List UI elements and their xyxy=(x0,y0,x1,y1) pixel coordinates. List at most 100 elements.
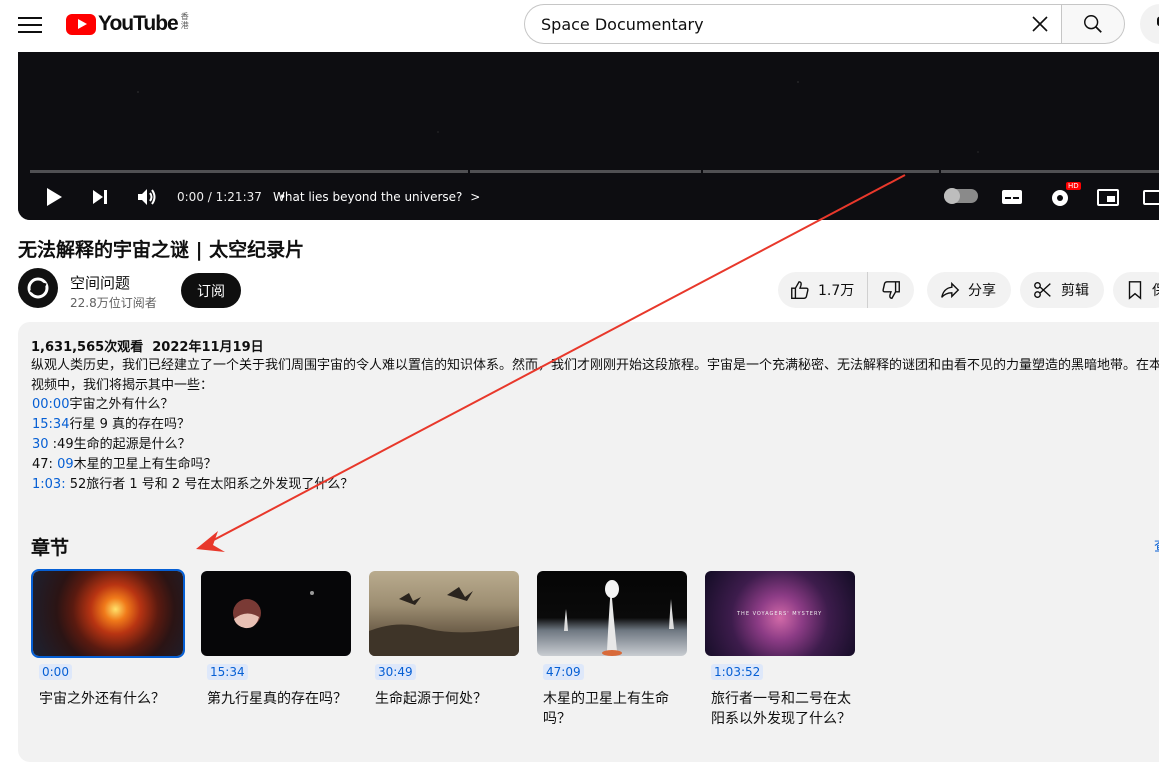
hd-badge: HD xyxy=(1066,182,1081,190)
chapter-segment[interactable] xyxy=(30,170,468,173)
theater-mode-icon[interactable] xyxy=(1142,184,1159,210)
timestamp-link[interactable]: 15:34 xyxy=(32,417,69,432)
masthead: YouTube 香港 xyxy=(0,0,1159,52)
thumbnail-caption: THE VOYAGERS' MYSTERY xyxy=(737,611,823,617)
microphone-icon xyxy=(1157,16,1159,27)
view-count: 1,631,565次观看 xyxy=(31,340,144,355)
play-icon[interactable] xyxy=(44,184,64,210)
chapter-thumbnail[interactable]: THE VOYAGERS' MYSTERY xyxy=(705,571,855,656)
subscriber-count: 22.8万位订阅者 xyxy=(70,296,157,310)
progress-bar[interactable] xyxy=(30,170,1159,173)
like-count: 1.7万 xyxy=(818,283,855,299)
thumbs-down-icon xyxy=(882,281,900,299)
save-button[interactable]: 保 xyxy=(1113,272,1159,308)
chapter-thumbnail[interactable] xyxy=(369,571,519,656)
chapter-card[interactable]: THE VOYAGERS' MYSTERY 1:03:52 旅行者一号和二号在太… xyxy=(705,571,855,729)
share-button[interactable]: 分享 xyxy=(927,272,1011,308)
voice-search-button[interactable] xyxy=(1140,4,1159,44)
view-stats: 1,631,565次观看 2022年11月19日 xyxy=(31,336,264,355)
share-label: 分享 xyxy=(968,283,996,299)
chapter-time: 0:00 xyxy=(39,664,72,680)
prehistoric-landscape-image xyxy=(369,587,519,656)
timestamp-text: 行星 9 真的存在吗？ xyxy=(69,417,191,432)
dislike-button[interactable] xyxy=(868,272,914,308)
timestamp-text: 宇宙之外有什么？ xyxy=(69,397,174,412)
chapter-label: 宇宙之外还有什么？ xyxy=(39,691,165,707)
like-dislike-group: 1.7万 xyxy=(778,272,914,308)
geyser-image xyxy=(564,580,674,656)
clear-search-icon[interactable] xyxy=(1028,12,1052,36)
menu-icon[interactable] xyxy=(18,14,42,38)
timestamp-text: 52旅行者 1 号和 2 号在太阳系之外发现了什么？ xyxy=(65,477,354,492)
chapter-label: 生命起源于何处？ xyxy=(375,691,487,707)
current-chapter-button[interactable]: What lies beyond the universe? > xyxy=(273,190,480,204)
youtube-logo[interactable]: YouTube 香港 xyxy=(66,12,190,36)
timestamp-line: 30 :49生命的起源是什么？ xyxy=(32,435,191,455)
chapter-time: 15:34 xyxy=(207,664,248,680)
subtitles-icon[interactable] xyxy=(1000,184,1024,210)
chapter-segment[interactable] xyxy=(940,170,1159,173)
channel-logo-icon xyxy=(27,277,49,299)
description-box[interactable]: 1,631,565次观看 2022年11月19日 纵观人类历史，我们已经建立了一… xyxy=(18,322,1159,762)
timestamp-text: :49生命的起源是什么？ xyxy=(48,437,191,452)
timestamp-link[interactable]: 00:00 xyxy=(32,397,69,412)
search-button[interactable] xyxy=(1061,4,1125,44)
search-input[interactable] xyxy=(541,5,1011,43)
timestamp-line: 1:03: 52旅行者 1 号和 2 号在太阳系之外发现了什么？ xyxy=(32,475,353,495)
chapter-thumbnail[interactable] xyxy=(31,569,185,658)
save-label: 保 xyxy=(1152,280,1159,300)
planet-image xyxy=(233,591,314,629)
timestamp-text: 木星的卫星上有生命吗？ xyxy=(73,457,217,472)
play-logo-icon xyxy=(66,13,96,35)
search-box xyxy=(524,4,1061,44)
like-button[interactable]: 1.7万 xyxy=(778,272,868,308)
chapter-time: 30:49 xyxy=(375,664,416,680)
upload-date: 2022年11月19日 xyxy=(152,340,264,355)
chapter-card[interactable]: 0:00 宇宙之外还有什么？ xyxy=(31,569,185,709)
video-player[interactable]: 0:00 / 1:21:37 • What lies beyond the un… xyxy=(18,52,1159,220)
chapter-card[interactable]: 30:49 生命起源于何处？ xyxy=(369,571,519,709)
chapter-thumbnail[interactable] xyxy=(537,571,687,656)
subscribe-button[interactable]: 订阅 xyxy=(181,273,241,308)
autoplay-knob xyxy=(944,188,960,204)
timestamp-line: 00:00宇宙之外有什么？ xyxy=(32,395,173,415)
chevron-right-icon: > xyxy=(470,190,481,204)
clip-label: 剪辑 xyxy=(1061,283,1089,299)
chapter-label: 第九行星真的存在吗？ xyxy=(207,691,347,707)
timestamp-line: 47: 09木星的卫星上有生命吗？ xyxy=(32,455,217,475)
next-icon[interactable] xyxy=(90,184,110,210)
chapter-time: 47:09 xyxy=(543,664,584,680)
chapter-label: 木星的卫星上有生命吗？ xyxy=(543,691,669,727)
channel-avatar[interactable] xyxy=(18,268,58,308)
logo-text: YouTube xyxy=(98,12,179,35)
video-title: 无法解释的宇宙之谜 | 太空纪录片 xyxy=(18,239,305,261)
thumbs-up-icon xyxy=(791,281,809,299)
chapter-thumbnail[interactable] xyxy=(201,571,351,656)
chapter-segment[interactable] xyxy=(469,170,702,173)
timestamp-prefix: 47: xyxy=(32,457,58,472)
scissors-icon xyxy=(1034,281,1051,299)
timestamp-line: 15:34行星 9 真的存在吗？ xyxy=(32,415,190,435)
description-text: 纵观人类历史，我们已经建立了一个关于我们周围宇宙的令人难以置信的知识体系。然而，… xyxy=(31,358,1159,393)
clip-button[interactable]: 剪辑 xyxy=(1020,272,1104,308)
logo-region: 香港 xyxy=(180,12,189,30)
chapters-heading: 章节 xyxy=(31,537,70,559)
chapter-segment[interactable] xyxy=(703,170,939,173)
chapter-card[interactable]: 15:34 第九行星真的存在吗？ xyxy=(201,571,351,709)
current-chapter-label: What lies beyond the universe? xyxy=(273,190,463,204)
timestamp-link[interactable]: 09 xyxy=(57,457,74,472)
bookmark-icon xyxy=(1128,281,1142,300)
time-display: 0:00 / 1:21:37 xyxy=(177,190,262,204)
share-arrow-icon xyxy=(941,281,960,299)
chapter-card[interactable]: 47:09 木星的卫星上有生命吗？ xyxy=(537,571,687,729)
timestamp-link[interactable]: 30 xyxy=(32,437,49,452)
autoplay-toggle[interactable] xyxy=(944,188,978,204)
channel-name[interactable]: 空间问题 xyxy=(70,272,130,293)
chapter-time: 1:03:52 xyxy=(711,664,764,680)
chapters-view-all-link[interactable]: 查 xyxy=(1154,536,1159,556)
search-icon xyxy=(1084,15,1102,33)
chapter-label: 旅行者一号和二号在太阳系以外发现了什么？ xyxy=(711,691,851,727)
timestamp-link[interactable]: 1:03: xyxy=(32,477,66,492)
miniplayer-icon[interactable] xyxy=(1096,184,1120,210)
volume-icon[interactable] xyxy=(136,184,158,210)
